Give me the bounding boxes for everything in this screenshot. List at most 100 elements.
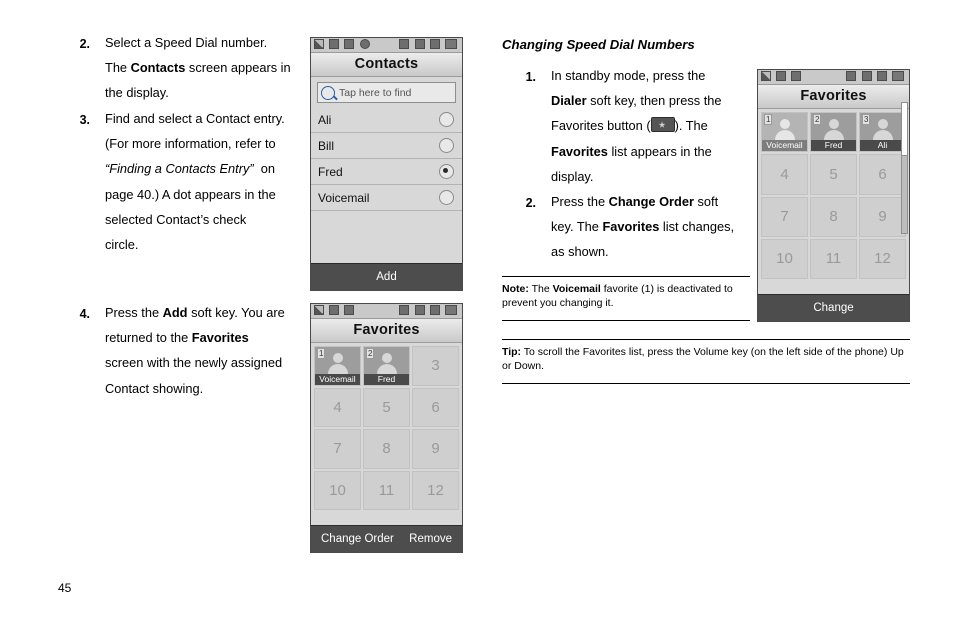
favorite-cell[interactable]: 2 Fred: [810, 112, 857, 153]
step-text: Press the Change Order soft key. The Fav…: [551, 189, 751, 265]
favorite-cell-empty[interactable]: 4: [314, 387, 361, 427]
clock-icon: [359, 39, 370, 49]
tip-rule-bottom: [502, 383, 910, 384]
step-line: “Finding a Contacts Entry” on: [105, 161, 276, 177]
volume-icon: [429, 39, 440, 49]
softkey-change[interactable]: Change: [758, 294, 909, 321]
step-text: In standby mode, press the Dialer soft k…: [551, 63, 751, 189]
scrollbar-thumb[interactable]: [902, 103, 907, 156]
favorites-edit-screen: Favorites 1 Voicemail 2 Fred 3 4 5 6 7 8…: [310, 303, 463, 553]
step-line: Favorites list appears in the: [551, 143, 712, 159]
message-icon: [791, 71, 802, 81]
favorite-index: 1: [317, 348, 326, 359]
favorite-cell-empty[interactable]: 7: [314, 429, 361, 469]
scrollbar[interactable]: [901, 102, 908, 234]
volume-icon: [429, 305, 440, 315]
bluetooth-icon: [846, 71, 857, 81]
avatar: [872, 117, 894, 143]
step-text: Find and select a Contact entry. (For mo…: [105, 106, 317, 257]
step-number: 2.: [79, 37, 90, 51]
step-line: screen with the newly assigned: [105, 355, 283, 371]
step-line: Select a Speed Dial number.: [105, 35, 268, 50]
favorite-cell-empty[interactable]: 8: [810, 196, 857, 237]
step-line: the display.: [105, 85, 169, 101]
softkey-remove[interactable]: Remove: [409, 533, 452, 545]
favorite-cell-empty[interactable]: 12: [412, 470, 459, 510]
list-item[interactable]: Ali: [311, 107, 462, 133]
status-bar: [311, 304, 462, 319]
favorite-cell-empty[interactable]: 3: [412, 346, 459, 386]
contacts-list: Ali Bill Fred Voicemail: [311, 107, 462, 211]
favorite-cell-empty[interactable]: 5: [810, 154, 857, 195]
screen-title: Favorites: [758, 85, 909, 109]
step-line: (For more information, refer to: [105, 136, 276, 152]
favorite-cell-empty[interactable]: 8: [363, 429, 410, 469]
favorite-cell-empty[interactable]: 12: [859, 238, 906, 279]
step-line: circle.: [105, 237, 139, 253]
check-circle[interactable]: [439, 190, 454, 205]
favorite-cell-empty[interactable]: 11: [363, 470, 410, 510]
contact-name: Voicemail: [318, 190, 370, 205]
favorite-name: Fred: [364, 373, 409, 385]
note-rule-bottom: [502, 320, 750, 321]
favorite-name: Ali: [860, 140, 905, 152]
check-circle-selected[interactable]: [439, 164, 454, 179]
screen-title: Contacts: [311, 53, 462, 77]
favorite-index: 2: [366, 348, 375, 359]
step-line: returned to the Favorites: [105, 330, 249, 346]
search-input[interactable]: Tap here to find: [317, 82, 456, 103]
contact-name: Ali: [318, 112, 332, 127]
favorite-cell[interactable]: 3 Ali: [859, 112, 906, 153]
battery-icon: [445, 39, 457, 49]
list-item[interactable]: Voicemail: [311, 185, 462, 211]
favorites-key-icon: [650, 117, 675, 133]
favorite-cell-empty[interactable]: 11: [810, 238, 857, 279]
contacts-screen: Contacts Tap here to find Ali Bill Fred …: [310, 37, 463, 291]
tip-label: Tip:: [502, 346, 522, 358]
alarm-icon: [414, 39, 425, 49]
step-line: Contact showing.: [105, 380, 204, 396]
favorite-cell-empty[interactable]: 7: [761, 196, 808, 237]
favorite-cell-empty[interactable]: 10: [314, 470, 361, 510]
page-number: 45: [58, 581, 72, 595]
volume-icon: [876, 71, 887, 81]
status-right-icons: [399, 39, 459, 49]
step-line: Press the Change Order soft: [551, 194, 719, 209]
status-right-icons: [399, 305, 459, 315]
step-number: 1.: [525, 70, 536, 84]
search-placeholder: Tap here to find: [339, 86, 412, 99]
softkey-change-order[interactable]: Change Order: [321, 533, 394, 545]
step-line: Press the Add soft key. You are: [105, 305, 285, 320]
step-line: Favorites button (). The: [551, 117, 708, 134]
favorite-cell-empty[interactable]: 4: [761, 154, 808, 195]
favorite-cell-empty[interactable]: 10: [761, 238, 808, 279]
favorite-cell-empty[interactable]: 6: [412, 387, 459, 427]
favorite-cell[interactable]: 1 Voicemail: [314, 346, 361, 386]
status-left-icons: [761, 71, 803, 81]
bluetooth-icon: [399, 39, 410, 49]
list-item[interactable]: Bill: [311, 133, 462, 159]
favorite-cell-empty[interactable]: 9: [859, 196, 906, 237]
tip-text: To scroll the Favorites list, press the …: [502, 346, 904, 372]
favorite-cell-empty[interactable]: 5: [363, 387, 410, 427]
screen-title: Favorites: [311, 319, 462, 343]
favorite-cell[interactable]: 2 Fred: [363, 346, 410, 386]
favorites-change-screen: Favorites 1 Voicemail 2 Fred 3 Ali 4 5 6…: [757, 69, 910, 322]
message-icon: [344, 39, 355, 49]
check-circle[interactable]: [439, 138, 454, 153]
favorites-grid: 1 Voicemail 2 Fred 3 4 5 6 7 8 9 10 11 1…: [311, 343, 462, 513]
softkey-add[interactable]: Add: [311, 263, 462, 290]
step-number: 3.: [79, 113, 90, 127]
avatar: [823, 117, 845, 143]
battery-icon: [892, 71, 904, 81]
step-text: Press the Add soft key. You are returned…: [105, 300, 313, 401]
list-item[interactable]: Fred: [311, 159, 462, 185]
status-left-icons: [314, 305, 356, 315]
favorite-cell-empty[interactable]: 9: [412, 429, 459, 469]
favorite-index: 3: [862, 114, 871, 125]
manual-page: 2. Select a Speed Dial number. The Conta…: [0, 0, 954, 636]
favorite-index: 2: [813, 114, 822, 125]
favorite-cell-empty[interactable]: 6: [859, 154, 906, 195]
search-icon: [321, 85, 335, 100]
check-circle[interactable]: [439, 112, 454, 127]
